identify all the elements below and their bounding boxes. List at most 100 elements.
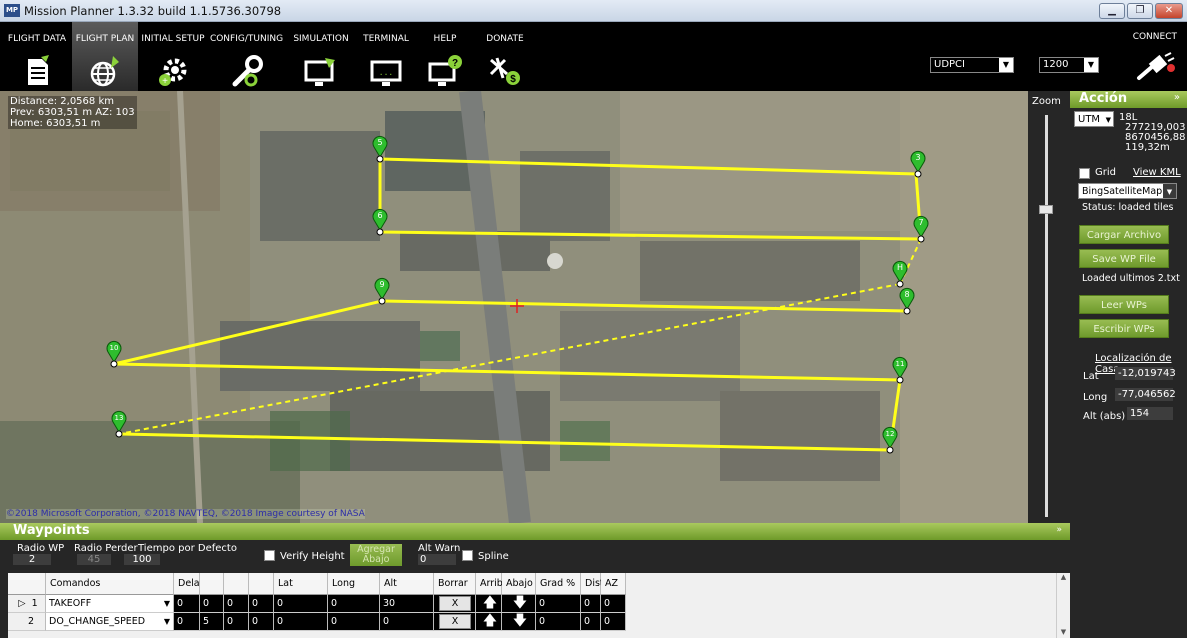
column-header: Dela <box>174 573 200 595</box>
alt-warn-label: Alt Warn <box>418 543 461 554</box>
column-header <box>200 573 224 595</box>
row-header[interactable]: ▷ 1 <box>8 595 46 613</box>
column-header: Borrar <box>434 573 476 595</box>
connection-select[interactable]: UDPCI ▼ <box>930 57 1014 73</box>
lat-cell[interactable]: 0 <box>274 595 328 613</box>
row-header[interactable]: 2 <box>8 613 46 631</box>
up-arrow-icon[interactable]: 🡅 <box>476 595 502 613</box>
chevron-down-icon: ▼ <box>1084 58 1098 72</box>
home-lat-input[interactable]: -12,019743 <box>1115 367 1176 380</box>
map-distance-info: Distance: 2,0568 km Prev: 6303,51 m AZ: … <box>8 96 137 129</box>
close-button[interactable]: ✕ <box>1155 3 1183 19</box>
svg-text:9: 9 <box>379 280 384 289</box>
verify-height-checkbox[interactable] <box>264 550 275 561</box>
menu-flight-data[interactable]: FLIGHT DATA <box>4 22 70 91</box>
chevron-down-icon: ▼ <box>1163 184 1176 198</box>
param-cell[interactable]: 0 <box>174 613 200 631</box>
column-header: Grad % <box>536 573 581 595</box>
read-wps-button[interactable]: Leer WPs <box>1079 295 1169 314</box>
param-cell[interactable]: 0 <box>224 595 249 613</box>
column-header: Abajo <box>502 573 536 595</box>
help-icon: ? <box>428 55 462 86</box>
menu-donate[interactable]: DONATE $ <box>477 22 533 91</box>
command-select[interactable]: TAKEOFF ▼ <box>46 595 174 613</box>
up-arrow-icon[interactable]: 🡅 <box>476 613 502 631</box>
param-cell[interactable]: 0 <box>174 595 200 613</box>
down-arrow-icon[interactable]: 🡇 <box>502 613 536 631</box>
menu-terminal[interactable]: TERMINAL ... <box>358 22 414 91</box>
svg-text:7: 7 <box>918 218 923 227</box>
simulation-icon <box>304 58 335 86</box>
grid-checkbox[interactable] <box>1079 168 1090 179</box>
spline-checkbox[interactable] <box>462 550 473 561</box>
waypoints-panel: Waypoints » Radio WP 2 Radio Perder 45 T… <box>0 523 1070 638</box>
long-cell[interactable]: 0 <box>328 595 380 613</box>
table-scrollbar[interactable]: ▲ ▼ <box>1056 573 1070 638</box>
az-cell: 0 <box>601 613 626 631</box>
delete-button[interactable]: X <box>439 614 471 629</box>
zoom-slider-thumb[interactable] <box>1039 205 1053 214</box>
verify-height-label: Verify Height <box>280 551 345 562</box>
satellite-map[interactable]: 5 3 6 7 H 9 8 10 11 13 12 <box>0 91 1028 523</box>
svg-text:13: 13 <box>115 414 124 422</box>
tiempo-input[interactable]: 100 <box>124 554 160 565</box>
collapse-icon[interactable]: » <box>1056 525 1062 535</box>
menu-help[interactable]: HELP ? <box>420 22 470 91</box>
chevron-down-icon: ▼ <box>1105 116 1111 124</box>
table-row[interactable]: ▷ 1 TAKEOFF ▼ 0 0 0 0 0 0 30 X 🡅 🡇 0 0 0 <box>8 595 1056 613</box>
long-cell[interactable]: 0 <box>328 613 380 631</box>
load-wp-file-button[interactable]: Cargar Archivo WP <box>1079 225 1169 260</box>
maximize-button[interactable]: ❐ <box>1127 3 1153 19</box>
collapse-icon[interactable]: » <box>1174 92 1180 103</box>
terminal-icon: ... <box>370 60 402 86</box>
zoom-panel: Zoom <box>1028 91 1070 523</box>
menu-initial-setup[interactable]: INITIAL SETUP + <box>139 22 207 91</box>
param-cell[interactable]: 0 <box>224 613 249 631</box>
long-label: Long <box>1083 392 1108 403</box>
map-type-select[interactable]: BingSatelliteMap ▼ <box>1078 183 1177 199</box>
write-wps-button[interactable]: Escribir WPs <box>1079 319 1169 338</box>
add-below-button[interactable]: Agregar Abajo <box>350 544 402 566</box>
menu-simulation[interactable]: SIMULATION <box>287 22 355 91</box>
param-cell[interactable]: 0 <box>249 595 274 613</box>
loaded-file-label: Loaded ultimos 2.txt <box>1082 273 1180 284</box>
minimize-button[interactable]: ▁ <box>1099 3 1125 19</box>
radio-wp-input[interactable]: 2 <box>13 554 51 565</box>
app-icon: MP <box>4 4 20 17</box>
save-wp-file-button[interactable]: Save WP File <box>1079 249 1169 268</box>
coord-type-select[interactable]: UTM ▼ <box>1074 111 1114 127</box>
map-copyright: ©2018 Microsoft Corporation, ©2018 NAVTE… <box>6 509 365 519</box>
column-header: Lat <box>274 573 328 595</box>
home-alt-input[interactable]: 154 <box>1127 407 1173 420</box>
param-cell[interactable]: 0 <box>249 613 274 631</box>
lat-cell[interactable]: 0 <box>274 613 328 631</box>
grad-cell: 0 <box>536 595 581 613</box>
map-view[interactable]: 5 3 6 7 H 9 8 10 11 13 12 Distance: 2,05… <box>0 91 1028 523</box>
home-long-input[interactable]: -77,046562 <box>1115 388 1176 401</box>
column-header: AZ <box>601 573 626 595</box>
alt-cell[interactable]: 30 <box>380 595 434 613</box>
alt-warn-input[interactable]: 0 <box>418 554 456 565</box>
delete-button[interactable]: X <box>439 596 471 611</box>
connect-button[interactable]: CONNECT <box>1131 32 1177 85</box>
baud-select[interactable]: 1200 ▼ <box>1039 57 1099 73</box>
menu-flight-plan[interactable]: FLIGHT PLAN <box>72 22 138 91</box>
radio-perder-input[interactable]: 45 <box>77 554 111 565</box>
utm-readout: 18L 277219,003 8670456,88 119,32m <box>1119 112 1186 153</box>
table-row[interactable]: 2 DO_CHANGE_SPEED ▼ 0 5 0 0 0 0 0 X 🡅 🡇 0… <box>8 613 1056 631</box>
column-header <box>8 573 46 595</box>
alt-cell[interactable]: 0 <box>380 613 434 631</box>
down-arrow-icon[interactable]: 🡇 <box>502 595 536 613</box>
column-header: Arrib <box>476 573 503 595</box>
view-kml-link[interactable]: View KML <box>1133 167 1181 178</box>
param-cell[interactable]: 5 <box>200 613 224 631</box>
command-select[interactable]: DO_CHANGE_SPEED ▼ <box>46 613 174 631</box>
column-header: Dist <box>581 573 604 595</box>
svg-text:11: 11 <box>896 360 905 368</box>
scroll-up-icon[interactable]: ▲ <box>1057 573 1070 581</box>
param-cell[interactable]: 0 <box>200 595 224 613</box>
menu-config-tuning[interactable]: CONFIG/TUNING <box>209 22 284 91</box>
scroll-down-icon[interactable]: ▼ <box>1057 628 1070 636</box>
column-header <box>224 573 249 595</box>
spline-label: Spline <box>478 551 509 562</box>
